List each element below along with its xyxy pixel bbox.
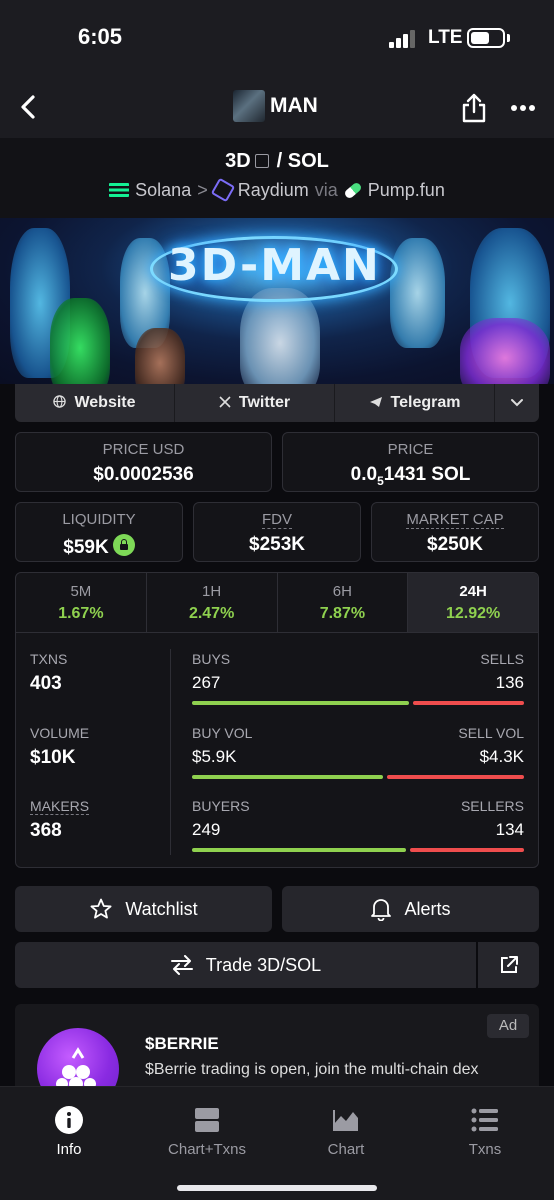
volume-stat: VOLUME $10K bbox=[30, 725, 90, 768]
banner-title: 3D-MAN bbox=[168, 240, 381, 291]
star-icon bbox=[90, 898, 112, 919]
copy-icon[interactable] bbox=[254, 154, 269, 168]
stats-panel: 5M 1.67% 1H 2.47% 6H 7.87% 24H 12.92% TXNS 40… bbox=[15, 572, 539, 868]
chevron-down-icon bbox=[511, 399, 523, 407]
market-cap-value: $250K bbox=[427, 534, 483, 555]
signal-icon bbox=[389, 28, 421, 48]
globe-icon bbox=[53, 395, 67, 411]
txns-stat: TXNS 403 bbox=[30, 651, 68, 694]
status-time: 6:05 bbox=[78, 24, 123, 49]
dex-name[interactable]: Raydium bbox=[238, 180, 309, 200]
trade-label: Trade 3D/SOL bbox=[205, 954, 322, 975]
buyers-sellers-bar bbox=[192, 848, 524, 852]
chain-row: Solana > Raydium via Pump.fun bbox=[0, 177, 554, 203]
pair-name: 3D / SOL bbox=[0, 150, 554, 173]
token-thumbnail bbox=[233, 90, 265, 122]
price-usd-value: $0.0002536 bbox=[93, 464, 194, 485]
price-usd-label: PRICE USD bbox=[102, 441, 185, 458]
chevron-left-icon[interactable] bbox=[14, 92, 44, 122]
twitter-label: Twitter bbox=[238, 394, 291, 411]
bell-icon bbox=[371, 899, 392, 921]
nav-title: MAN bbox=[270, 94, 318, 117]
nav-title-group: MAN bbox=[233, 90, 318, 122]
tab-txns[interactable]: Txns bbox=[430, 1105, 540, 1158]
network-label: LTE bbox=[428, 27, 463, 48]
quote-symbol: / SOL bbox=[276, 150, 329, 172]
area-chart-icon bbox=[333, 1110, 358, 1131]
liquidity-value: $59K bbox=[16, 534, 182, 559]
telegram-button[interactable]: Telegram bbox=[335, 384, 495, 422]
pair-header: 3D / SOL Solana > Raydium via Pump.fun bbox=[0, 138, 554, 218]
battery-icon bbox=[467, 28, 505, 48]
launchpad-name[interactable]: Pump.fun bbox=[368, 180, 445, 200]
market-cap-card: MARKET CAP $250K bbox=[371, 502, 539, 562]
fdv-value: $253K bbox=[249, 534, 305, 555]
external-trade-button[interactable] bbox=[478, 942, 539, 988]
tab-chart[interactable]: Chart bbox=[291, 1105, 401, 1158]
buys-sells-stat: BUYS SELLS 267 136 bbox=[192, 651, 524, 705]
status-bar: 6:05 LTE bbox=[0, 0, 554, 78]
website-label: Website bbox=[74, 394, 136, 411]
lock-icon[interactable] bbox=[112, 534, 135, 556]
tab-chart-txns[interactable]: Chart+Txns bbox=[152, 1105, 262, 1158]
timeframe-tabs: 5M 1.67% 1H 2.47% 6H 7.87% 24H 12.92% bbox=[16, 573, 538, 633]
liquidity-label: LIQUIDITY bbox=[62, 511, 136, 528]
twitter-button[interactable]: Twitter bbox=[175, 384, 335, 422]
market-cap-label[interactable]: MARKET CAP bbox=[406, 511, 504, 529]
external-link-icon bbox=[500, 956, 518, 973]
volume-split-bar bbox=[192, 775, 524, 779]
x-logo-icon bbox=[219, 395, 231, 411]
alerts-label: Alerts bbox=[404, 898, 451, 919]
volume-split-stat: BUY VOL SELL VOL $5.9K $4.3K bbox=[192, 725, 524, 779]
home-indicator bbox=[177, 1185, 377, 1191]
list-icon bbox=[471, 1108, 498, 1132]
tab-1h[interactable]: 1H 2.47% bbox=[147, 573, 278, 632]
token-banner: 3D-MAN bbox=[0, 218, 554, 384]
bottom-tab-bar: Info Chart+Txns Chart Txns bbox=[0, 1086, 554, 1200]
solana-icon bbox=[109, 183, 130, 197]
price-native-label: PRICE bbox=[387, 441, 434, 458]
pill-icon bbox=[342, 181, 363, 200]
alerts-button[interactable]: Alerts bbox=[282, 886, 539, 932]
ellipsis-icon[interactable] bbox=[510, 104, 536, 112]
watchlist-label: Watchlist bbox=[125, 898, 198, 919]
fdv-card: FDV $253K bbox=[193, 502, 361, 562]
info-icon bbox=[55, 1106, 83, 1134]
telegram-label: Telegram bbox=[390, 394, 461, 411]
raydium-icon bbox=[210, 177, 236, 203]
website-button[interactable]: Website bbox=[15, 384, 175, 422]
chain-name[interactable]: Solana bbox=[135, 180, 191, 200]
price-native-card: PRICE 0.051431 SOL bbox=[282, 432, 539, 492]
more-links-button[interactable] bbox=[495, 384, 539, 422]
liquidity-card: LIQUIDITY $59K bbox=[15, 502, 183, 562]
split-view-icon bbox=[195, 1108, 219, 1132]
ad-title: $BERRIE bbox=[145, 1034, 219, 1053]
watchlist-button[interactable]: Watchlist bbox=[15, 886, 272, 932]
buyers-sellers-stat: BUYERS SELLERS 249 134 bbox=[192, 798, 524, 852]
makers-stat: MAKERS 368 bbox=[30, 798, 90, 841]
share-icon[interactable] bbox=[460, 92, 488, 124]
ad-badge: Ad bbox=[487, 1014, 529, 1038]
trade-button[interactable]: Trade 3D/SOL bbox=[15, 942, 476, 988]
tab-info[interactable]: Info bbox=[14, 1105, 124, 1158]
price-native-value: 0.051431 SOL bbox=[350, 464, 471, 488]
ad-text: $Berrie trading is open, join the multi-… bbox=[145, 1061, 479, 1078]
tab-5m[interactable]: 5M 1.67% bbox=[16, 573, 147, 632]
chevron-right-icon: > bbox=[197, 180, 208, 200]
nav-bar: MAN bbox=[0, 78, 554, 138]
tab-6h[interactable]: 6H 7.87% bbox=[278, 573, 409, 632]
via-label: via bbox=[314, 180, 338, 200]
price-usd-card: PRICE USD $0.0002536 bbox=[15, 432, 272, 492]
links-bar: Website Twitter Telegram bbox=[15, 384, 539, 422]
base-symbol: 3D bbox=[225, 150, 251, 172]
telegram-icon bbox=[369, 395, 383, 411]
fdv-label[interactable]: FDV bbox=[262, 511, 292, 529]
swap-arrows-icon bbox=[170, 955, 193, 975]
tab-24h[interactable]: 24H 12.92% bbox=[408, 573, 538, 632]
buys-sells-bar bbox=[192, 701, 524, 705]
